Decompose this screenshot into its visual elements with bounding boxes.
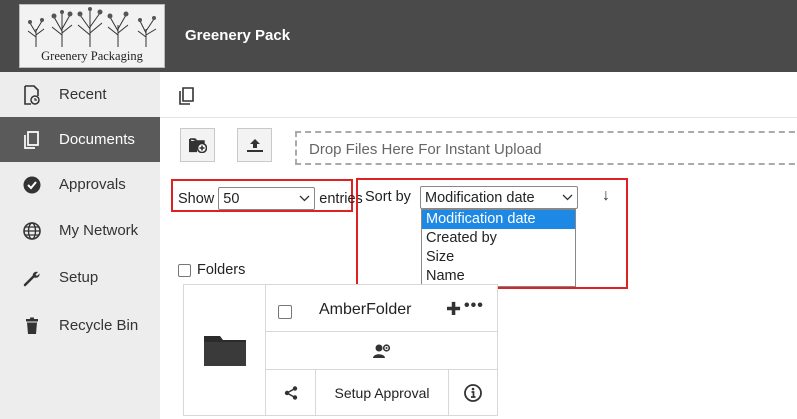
folder-icon	[203, 336, 246, 366]
logo-area: Greenery Packaging	[0, 0, 167, 72]
sidebar-item-label: Documents	[59, 131, 135, 148]
sidebar-item-setup[interactable]: Setup	[0, 255, 160, 300]
share-button[interactable]	[266, 370, 316, 415]
sidebar-item-recycle-bin[interactable]: Recycle Bin	[0, 303, 160, 348]
upload-icon	[246, 139, 263, 152]
sidebar: Recent Documents Approvals My Network Se…	[0, 72, 160, 419]
folder-share-settings-row	[266, 332, 497, 370]
user-settings-icon[interactable]	[372, 343, 391, 359]
info-button[interactable]	[449, 370, 497, 415]
sort-option-modification-date[interactable]: Modification date	[422, 210, 575, 229]
chevron-down-icon	[562, 194, 573, 201]
folders-select-all[interactable]: Folders	[178, 262, 245, 278]
sort-direction-button[interactable]: ↓	[602, 187, 610, 205]
folder-name[interactable]: AmberFolder	[319, 301, 411, 319]
folder-actions-row: Setup Approval	[266, 370, 497, 415]
folder-checkbox[interactable]	[278, 305, 292, 319]
setup-approval-button[interactable]: Setup Approval	[316, 370, 449, 415]
sort-dropdown: Modification date Created by Size Name	[421, 209, 576, 287]
company-logo[interactable]: Greenery Packaging	[19, 4, 165, 68]
sort-label: Sort by	[365, 189, 411, 205]
sort-value: Modification date	[425, 189, 535, 206]
show-label: Show	[178, 190, 215, 207]
wrench-icon	[22, 268, 42, 288]
new-folder-button[interactable]	[180, 128, 215, 162]
sidebar-item-label: Approvals	[59, 176, 126, 193]
folders-checkbox[interactable]	[178, 263, 191, 277]
documents-icon	[179, 87, 194, 105]
sidebar-item-label: My Network	[59, 222, 139, 239]
folder-thumbnail[interactable]	[184, 285, 266, 415]
sort-option-size[interactable]: Size	[422, 248, 575, 267]
plus-icon[interactable]: ✚	[446, 299, 461, 320]
show-entries-control: Show 50 entries	[178, 187, 363, 210]
sidebar-item-recent[interactable]: Recent	[0, 72, 160, 117]
trash-icon	[22, 316, 42, 336]
globe-icon	[22, 221, 42, 241]
sidebar-item-label: Setup	[59, 269, 99, 286]
recent-file-icon	[22, 84, 42, 105]
upload-button[interactable]	[237, 128, 272, 162]
sidebar-item-approvals[interactable]: Approvals	[0, 162, 160, 207]
entries-value: 50	[223, 190, 240, 207]
share-icon	[284, 385, 297, 400]
folder-card: AmberFolder ✚ ••• Setup Approval	[183, 284, 498, 416]
trees-logo-icon	[27, 7, 157, 47]
sort-option-created-by[interactable]: Created by	[422, 229, 575, 248]
setup-approval-label: Setup Approval	[334, 384, 430, 401]
sort-select-wrap: Modification date	[420, 186, 578, 209]
sidebar-item-documents[interactable]: Documents	[0, 117, 160, 162]
chevron-down-icon	[299, 195, 310, 202]
entries-select[interactable]: 50	[218, 187, 316, 210]
breadcrumb-bar	[160, 72, 797, 118]
sidebar-item-my-network[interactable]: My Network	[0, 208, 160, 253]
folders-label: Folders	[197, 262, 246, 278]
sidebar-item-label: Recycle Bin	[59, 317, 139, 334]
more-options-icon[interactable]: •••	[464, 297, 484, 315]
sort-select[interactable]: Modification date	[420, 186, 578, 209]
app-title: Greenery Pack	[185, 27, 291, 44]
drop-zone[interactable]: Drop Files Here For Instant Upload	[295, 131, 797, 165]
logo-text: Greenery Packaging	[41, 49, 143, 63]
info-icon	[464, 383, 482, 402]
new-folder-icon	[188, 138, 207, 153]
check-circle-icon	[22, 175, 42, 195]
folder-header-row: AmberFolder ✚ •••	[266, 285, 497, 332]
documents-icon	[22, 130, 42, 150]
sidebar-item-label: Recent	[59, 86, 107, 103]
top-header: Greenery Pack	[167, 0, 797, 72]
